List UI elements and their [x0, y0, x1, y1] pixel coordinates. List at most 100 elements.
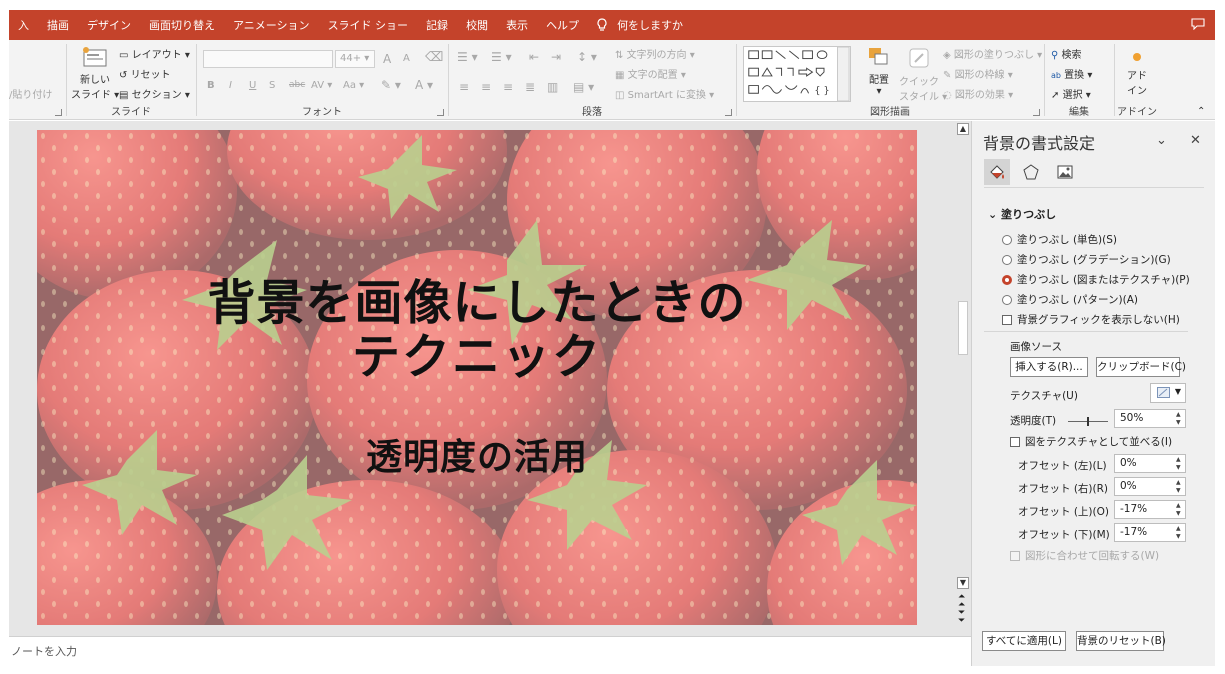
align-left-icon[interactable]: ≡: [459, 80, 469, 94]
slide-title-line-2[interactable]: テクニック: [37, 330, 917, 384]
notes-pane[interactable]: ノートを入力: [9, 636, 971, 666]
decrease-indent-icon[interactable]: ⇤: [529, 50, 539, 64]
strikethrough-button[interactable]: abc: [289, 80, 305, 90]
bullets-icon[interactable]: ☰ ▾: [457, 50, 478, 64]
underline-button[interactable]: U: [249, 80, 256, 91]
tab-view[interactable]: 表示: [497, 17, 537, 33]
reset-background-button[interactable]: 背景のリセット(B): [1076, 631, 1166, 651]
paste-label[interactable]: /貼り付け: [9, 86, 52, 101]
tab-animations[interactable]: アニメーション: [224, 17, 319, 33]
shapes-gallery[interactable]: { }: [743, 46, 851, 102]
line-spacing-icon[interactable]: ↕ ▾: [577, 50, 597, 64]
scroll-down-icon[interactable]: ▼: [957, 577, 969, 589]
fill-gradient-radio[interactable]: [1002, 254, 1012, 265]
transparency-slider[interactable]: [1068, 417, 1108, 427]
bold-button[interactable]: B: [207, 80, 215, 91]
clear-format-icon[interactable]: ⌫: [425, 50, 443, 65]
highlight-icon[interactable]: ✎ ▾: [381, 78, 401, 92]
align-right-icon[interactable]: ≡: [503, 80, 513, 94]
reset-button[interactable]: ↺ リセット: [119, 66, 171, 81]
offset-bottom-spin-icon[interactable]: ▲ ▼: [1176, 525, 1182, 541]
fill-pattern-radio[interactable]: [1002, 294, 1012, 305]
scroll-thumb[interactable]: [958, 301, 968, 355]
fill-gradient-option[interactable]: 塗りつぶし (グラデーション)(G): [1002, 252, 1171, 267]
offset-bottom-input[interactable]: -17% ▲ ▼: [1114, 523, 1186, 542]
fill-picture-option[interactable]: 塗りつぶし (図またはテクスチャ)(P): [1002, 272, 1190, 287]
shadow-button[interactable]: S: [269, 80, 275, 91]
prev-slide-icon[interactable]: ⏶ ⏶: [958, 593, 965, 610]
arrange-button[interactable]: 配置 ▾: [861, 46, 897, 97]
smartart-button[interactable]: ◫ SmartArt に変換 ▾: [615, 86, 714, 101]
next-slide-icon[interactable]: ⏷ ⏷: [958, 609, 965, 626]
font-size-select[interactable]: 44+ ▾: [335, 50, 375, 68]
slide-canvas[interactable]: 背景を画像にしたときの テクニック 透明度の活用: [37, 130, 917, 625]
shape-effects-button[interactable]: ◌ 図形の効果 ▾: [943, 86, 1013, 101]
offset-right-spin-icon[interactable]: ▲ ▼: [1176, 479, 1182, 495]
tab-design[interactable]: デザイン: [78, 17, 140, 33]
slide-subtitle[interactable]: 透明度の活用: [37, 428, 917, 480]
close-icon[interactable]: ✕: [1190, 133, 1201, 148]
paragraph-launcher[interactable]: [725, 109, 732, 116]
scroll-up-icon[interactable]: ▲: [957, 123, 969, 135]
addins-button[interactable]: アド イン: [1119, 50, 1155, 97]
shape-fill-button[interactable]: ◈ 図形の塗りつぶし ▾: [943, 46, 1042, 61]
text-direction-button[interactable]: ⇅ 文字列の方向 ▾: [615, 46, 695, 61]
offset-left-input[interactable]: 0% ▲ ▼: [1114, 454, 1186, 473]
grow-font-button[interactable]: A: [383, 52, 391, 66]
tab-fill[interactable]: [984, 159, 1010, 185]
rotate-with-shape-checkbox[interactable]: [1010, 550, 1020, 561]
shrink-font-button[interactable]: A: [403, 53, 410, 64]
layout-button[interactable]: ▭ レイアウト ▾: [119, 46, 190, 61]
transparency-slider-handle[interactable]: [1087, 417, 1089, 426]
offset-top-spin-icon[interactable]: ▲ ▼: [1176, 502, 1182, 518]
comment-icon[interactable]: [1191, 18, 1205, 30]
increase-indent-icon[interactable]: ⇥: [551, 50, 561, 64]
pane-options-chevron-icon[interactable]: ⌄: [1156, 133, 1167, 148]
fill-solid-option[interactable]: 塗りつぶし (単色)(S): [1002, 232, 1117, 247]
vertical-scrollbar[interactable]: ▲ ▼ ⏶ ⏶ ⏷ ⏷: [955, 121, 971, 636]
insert-image-button[interactable]: 挿入する(R)...: [1010, 357, 1088, 377]
justify-icon[interactable]: ≣: [525, 80, 535, 94]
tab-transitions[interactable]: 画面切り替え: [140, 17, 224, 33]
fill-picture-radio[interactable]: [1002, 274, 1012, 285]
texture-picker[interactable]: ▼: [1150, 383, 1186, 403]
offset-left-spin-icon[interactable]: ▲ ▼: [1176, 456, 1182, 472]
tab-help[interactable]: ヘルプ: [537, 17, 588, 33]
replace-button[interactable]: ab 置換 ▾: [1051, 66, 1092, 81]
collapse-ribbon-icon[interactable]: ⌃: [1197, 106, 1205, 117]
tab-effects[interactable]: [1018, 159, 1044, 185]
fill-solid-radio[interactable]: [1002, 234, 1012, 245]
section-button[interactable]: ▤ セクション ▾: [119, 86, 190, 101]
fill-section-header[interactable]: ⌄ 塗りつぶし: [988, 206, 1056, 222]
fill-pattern-option[interactable]: 塗りつぶし (パターン)(A): [1002, 292, 1138, 307]
transparency-input[interactable]: 50% ▲ ▼: [1114, 409, 1186, 428]
rotate-with-shape-option[interactable]: 図形に合わせて回転する(W): [1010, 548, 1159, 563]
tell-me-box[interactable]: 何をしますか: [596, 17, 683, 33]
distributed-icon[interactable]: ▥: [547, 80, 558, 94]
tab-picture[interactable]: [1052, 159, 1078, 185]
slide-title-line-1[interactable]: 背景を画像にしたときの: [37, 276, 917, 330]
change-case-button[interactable]: Aa ▾: [343, 80, 364, 91]
tab-draw[interactable]: 描画: [38, 17, 78, 33]
apply-to-all-button[interactable]: すべてに適用(L): [982, 631, 1066, 651]
new-slide-button[interactable]: 新しい スライド ▾: [71, 44, 119, 102]
align-center-icon[interactable]: ≡: [481, 80, 491, 94]
tab-review[interactable]: 校閲: [457, 17, 497, 33]
font-color-icon[interactable]: A ▾: [415, 78, 433, 92]
offset-top-input[interactable]: -17% ▲ ▼: [1114, 500, 1186, 519]
tab-record[interactable]: 記録: [417, 17, 457, 33]
hide-bg-graphics-option[interactable]: 背景グラフィックを表示しない(H): [1002, 312, 1180, 327]
italic-button[interactable]: I: [229, 80, 232, 91]
font-name-select[interactable]: [203, 50, 333, 68]
quick-style-button[interactable]: クイック スタイル ▾: [899, 46, 947, 103]
shape-outline-button[interactable]: ✎ 図形の枠線 ▾: [943, 66, 1013, 81]
font-launcher[interactable]: [437, 109, 444, 116]
find-button[interactable]: ⚲ 検索: [1051, 46, 1082, 61]
select-button[interactable]: ➚ 選択 ▾: [1051, 86, 1091, 101]
columns-icon[interactable]: ▤ ▾: [573, 80, 594, 94]
clipboard-button[interactable]: クリップボード(C): [1096, 357, 1186, 377]
clipboard-launcher[interactable]: [55, 109, 62, 116]
offset-right-input[interactable]: 0% ▲ ▼: [1114, 477, 1186, 496]
tab-slideshow[interactable]: スライド ショー: [319, 17, 418, 33]
tab-insert-partial[interactable]: 入: [9, 17, 38, 33]
